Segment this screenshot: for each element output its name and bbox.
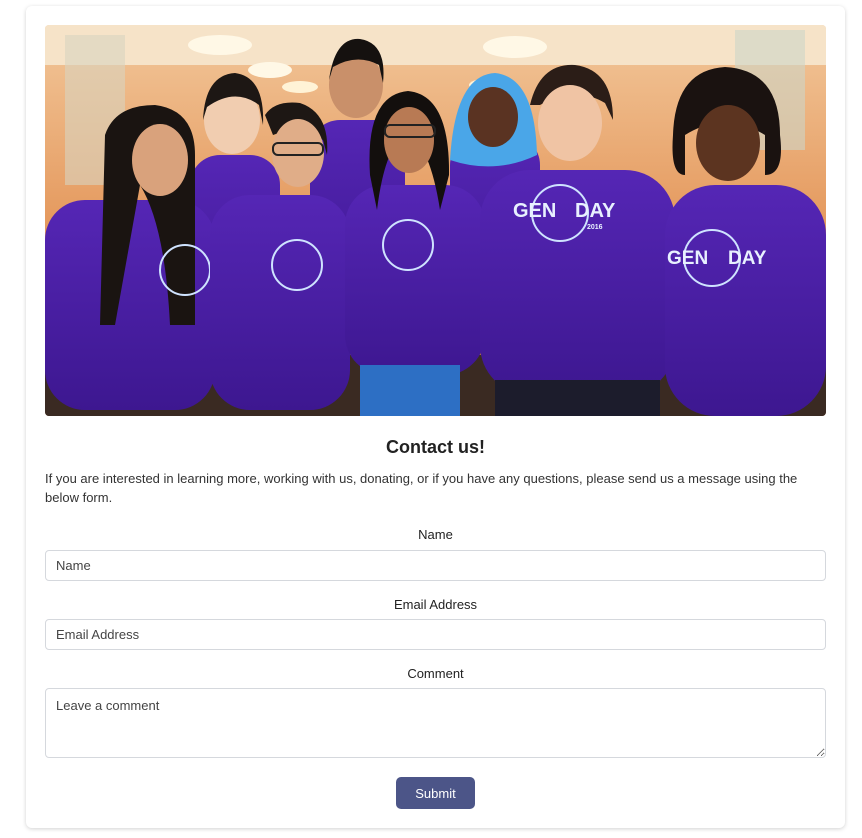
shirt-logo-day-2: DAY (728, 248, 767, 269)
group-photo-illustration: GEN DAY 2016 GEN DAY (45, 25, 826, 416)
comment-textarea[interactable] (45, 688, 826, 758)
shirt-logo-year: 2016 (587, 224, 603, 231)
shirt-logo-gen: GEN (513, 200, 556, 222)
contact-title: Contact us! (386, 437, 485, 457)
email-input[interactable] (45, 619, 826, 650)
group-photo: GEN DAY 2016 GEN DAY (45, 25, 826, 416)
shirt-logo-day: DAY (575, 200, 616, 222)
submit-button[interactable]: Submit (396, 777, 475, 809)
shirt-logo-gen-2: GEN (667, 248, 708, 269)
comment-label: Comment (407, 666, 464, 681)
name-label: Name (418, 527, 453, 542)
contact-intro-text: If you are interested in learning more, … (45, 471, 798, 505)
name-input[interactable] (45, 550, 826, 581)
email-label: Email Address (393, 597, 478, 612)
